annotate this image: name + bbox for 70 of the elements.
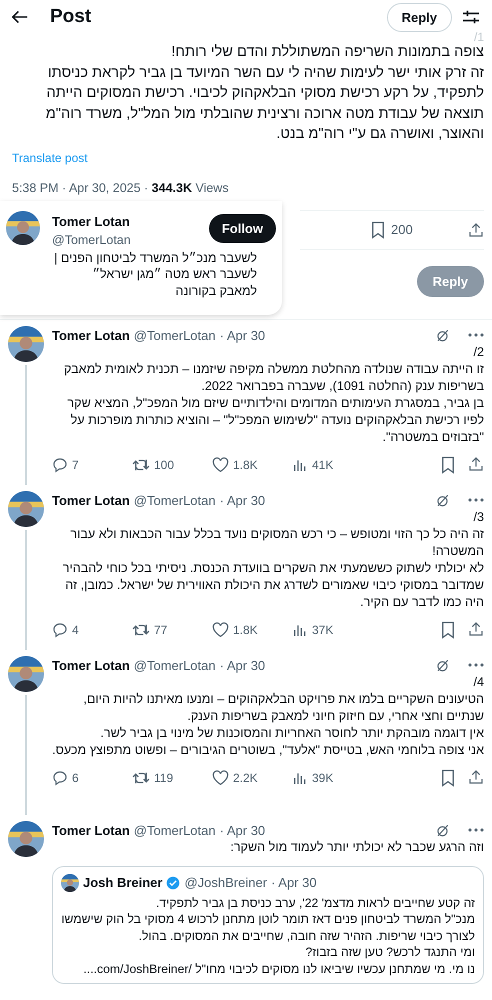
like-count: 2.2K <box>233 770 258 784</box>
more-icon[interactable] <box>468 497 484 503</box>
post-timestamp: 5:38 PM · Apr 30, 2025 · 344.3K Views <box>12 180 230 194</box>
user-name[interactable]: Tomer Lotan <box>52 328 130 342</box>
post-date: · Apr 30 <box>220 658 266 672</box>
post-date: · Apr 30 <box>220 328 266 342</box>
user-name[interactable]: Tomer Lotan <box>52 822 130 838</box>
quoted-post[interactable] <box>52 866 484 984</box>
user-handle: @TomerLotan <box>134 328 216 342</box>
post-text: צופה בתמונות השריפה המשתוללת והדם שלי רותח! זה זרק אותי ישר לעימות שהיה לי עם השר המיועד בן גביר לקראת כניסתו לתפקיד, על רקע רכישת מסוקי הבלאקהוק לכיבוי. רכישת המסוקים הייתה תוצאה של עבודת מטה ארוכה ורצינית שהובלתי מול המל"ל, משרד רוה"מ והאוצר, ואושרה גם ע"י רוה"מ בנט. <box>44 43 484 144</box>
reply-button[interactable]: Reply <box>386 2 452 32</box>
post-date: · Apr 30 <box>220 492 266 508</box>
repost-count: 77 <box>154 622 168 636</box>
more-icon[interactable] <box>468 827 484 833</box>
avatar[interactable] <box>61 874 79 892</box>
quoted-text: זה קטע שחייבים לראות מדצמ' 22', ערב כניסת בן גביר לתפקיד. מנכ"ל המשרד לביטחון פנים דאז תומר לוטן מתחנן לרכוש 4 מסוקי בל הוק שישמשו לצורך כיבוי שריפות. הזהיר שזה חובה, שחייבים את המסוקים. בהול. ומי התנגד לרכש? טען שזה בזבוז? נו מי. מי שמתחנן עכשיו שיביאו לנו מסוקים לכיבוי מחו"ל /com/JoshBreiner.... <box>61 894 475 977</box>
repost-count: 119 <box>154 770 174 784</box>
user-handle: @JoshBreiner <box>184 875 268 890</box>
user-name: Josh Breiner <box>83 875 162 890</box>
page-title: Post <box>50 6 92 28</box>
avatar[interactable] <box>6 210 40 244</box>
more-icon[interactable] <box>468 332 484 338</box>
avatar[interactable] <box>8 490 44 526</box>
share-icon[interactable] <box>468 768 484 784</box>
reply-icon[interactable] <box>52 622 68 638</box>
user-handle: @TomerLotan <box>52 232 132 246</box>
user-name[interactable]: Tomer Lotan <box>52 658 130 672</box>
reply-count: 6 <box>72 770 79 784</box>
follow-button[interactable]: Follow <box>208 214 276 243</box>
view-count: 41K <box>312 458 334 472</box>
post-date: · Apr 30 <box>220 822 266 838</box>
like-count: 1.8K <box>233 622 258 636</box>
slashed-circle-icon[interactable] <box>435 658 450 672</box>
bookmark-count: 200 <box>391 222 413 237</box>
share-icon[interactable] <box>468 456 484 472</box>
avatar[interactable] <box>8 820 44 856</box>
more-icon[interactable] <box>468 662 484 668</box>
slashed-circle-icon[interactable] <box>435 822 450 838</box>
like-count: 1.8K <box>233 458 258 472</box>
slashed-circle-icon[interactable] <box>435 492 450 508</box>
bookmark-icon[interactable] <box>370 220 386 238</box>
reply-text: וזה הרגע שכבר לא יכולתי יותר לעמוד מול השקר: <box>229 838 484 856</box>
user-handle: @TomerLotan <box>134 658 216 672</box>
bookmark-icon[interactable] <box>440 768 456 786</box>
user-bio: לשעבר מנכ״ל המשרד לביטחון הפנים | לשעבר ראש מטה ״מגן ישראל״ למאבק בקורונה <box>53 250 257 299</box>
avatar[interactable] <box>8 656 44 692</box>
view-count: 39K <box>312 770 334 784</box>
bookmark-icon[interactable] <box>440 620 456 638</box>
repost-count: 100 <box>154 458 174 472</box>
heart-icon[interactable] <box>212 770 229 786</box>
avatar[interactable] <box>8 326 44 362</box>
share-icon[interactable] <box>468 620 484 636</box>
heart-icon[interactable] <box>212 622 229 638</box>
back-arrow-icon[interactable] <box>12 10 28 24</box>
user-handle: @TomerLotan <box>134 492 216 508</box>
reply-icon[interactable] <box>52 456 68 472</box>
user-handle: @TomerLotan <box>134 822 216 838</box>
view-count: 37K <box>312 622 334 636</box>
reply-icon[interactable] <box>52 770 68 786</box>
post-date: · Apr 30 <box>271 875 317 890</box>
filter-icon[interactable] <box>462 9 480 25</box>
bookmark-icon[interactable] <box>440 456 456 474</box>
reply-count: 4 <box>72 622 79 636</box>
share-icon[interactable] <box>468 222 484 238</box>
user-name[interactable]: Tomer Lotan <box>52 214 203 228</box>
thread-number: /1 <box>472 32 485 42</box>
user-name[interactable]: Tomer Lotan <box>52 492 130 508</box>
heart-icon[interactable] <box>212 456 229 472</box>
reply-count: 7 <box>72 458 79 472</box>
slashed-circle-icon[interactable] <box>435 328 450 342</box>
